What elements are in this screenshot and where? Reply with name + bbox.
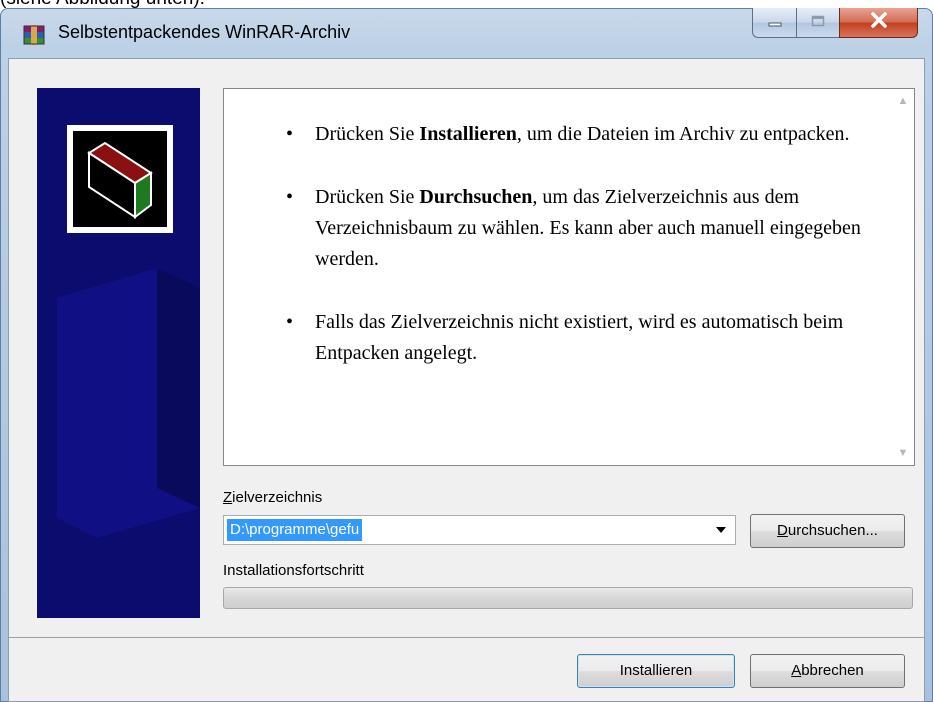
instruction-item: • Falls das Zielverzeichnis nicht existi… — [282, 307, 862, 369]
minimize-button[interactable] — [752, 8, 797, 38]
vertical-scrollbar[interactable]: ▲ ▼ — [892, 89, 914, 465]
close-button[interactable] — [839, 8, 918, 38]
title-bar[interactable]: Selbstentpackendes WinRAR-Archiv — [0, 8, 933, 58]
instruction-item: • Drücken Sie Durchsuchen, um das Zielve… — [282, 182, 862, 275]
winrar-banner — [37, 88, 200, 618]
destination-input-value[interactable]: D:\programme\gefu — [227, 519, 363, 541]
winrar-sfx-window: Selbstentpackendes WinRAR-Archiv • Drück… — [0, 8, 933, 702]
button-label: urchsuchen... — [787, 522, 878, 539]
winrar-icon — [22, 23, 46, 47]
instruction-item: • Drücken Sie Installieren, um die Datei… — [282, 119, 862, 150]
bullet: • — [286, 123, 294, 145]
maximize-button[interactable] — [796, 8, 840, 38]
label-text: ielverzeichnis — [232, 489, 323, 506]
scroll-up-icon[interactable]: ▲ — [896, 95, 910, 107]
instruction-text: Drücken Sie — [315, 123, 420, 145]
bullet: • — [286, 186, 294, 208]
minimize-icon — [767, 14, 783, 32]
maximize-icon — [811, 14, 825, 32]
mnemonic-char: A — [791, 662, 802, 679]
instruction-text: , um die Dateien im Archiv zu entpacken. — [516, 123, 850, 145]
archive-logo — [67, 125, 173, 233]
destination-label: Zielverzeichnis — [223, 489, 322, 506]
bullet: • — [286, 311, 294, 333]
progress-label: Installationsfortschritt — [223, 562, 364, 579]
button-label: bbrechen — [801, 662, 864, 679]
chevron-down-icon[interactable] — [713, 522, 729, 538]
browse-button[interactable]: Durchsuchen... — [750, 514, 905, 548]
instruction-text: Drücken Sie — [315, 186, 420, 208]
destination-combobox[interactable]: D:\programme\gefu — [223, 515, 736, 545]
window-title: Selbstentpackendes WinRAR-Archiv — [58, 22, 351, 42]
close-icon — [870, 12, 888, 33]
instruction-text: Falls das Zielverzeichnis nicht existier… — [315, 311, 844, 364]
instructions-list: • Drücken Sie Installieren, um die Datei… — [282, 119, 862, 401]
mnemonic-char: Z — [223, 489, 233, 506]
mnemonic-char: D — [777, 522, 788, 539]
scroll-down-icon[interactable]: ▼ — [896, 447, 910, 459]
button-separator — [9, 637, 924, 638]
cancel-button[interactable]: Abbrechen — [750, 654, 905, 688]
instruction-keyword: Durchsuchen — [419, 186, 533, 208]
install-button[interactable]: Installieren — [577, 654, 735, 688]
dialog-client-area: • Drücken Sie Installieren, um die Datei… — [8, 58, 925, 702]
installation-progress-bar — [223, 587, 913, 609]
instruction-keyword: Installieren — [419, 123, 517, 145]
instructions-textbox[interactable]: • Drücken Sie Installieren, um die Datei… — [223, 88, 915, 466]
